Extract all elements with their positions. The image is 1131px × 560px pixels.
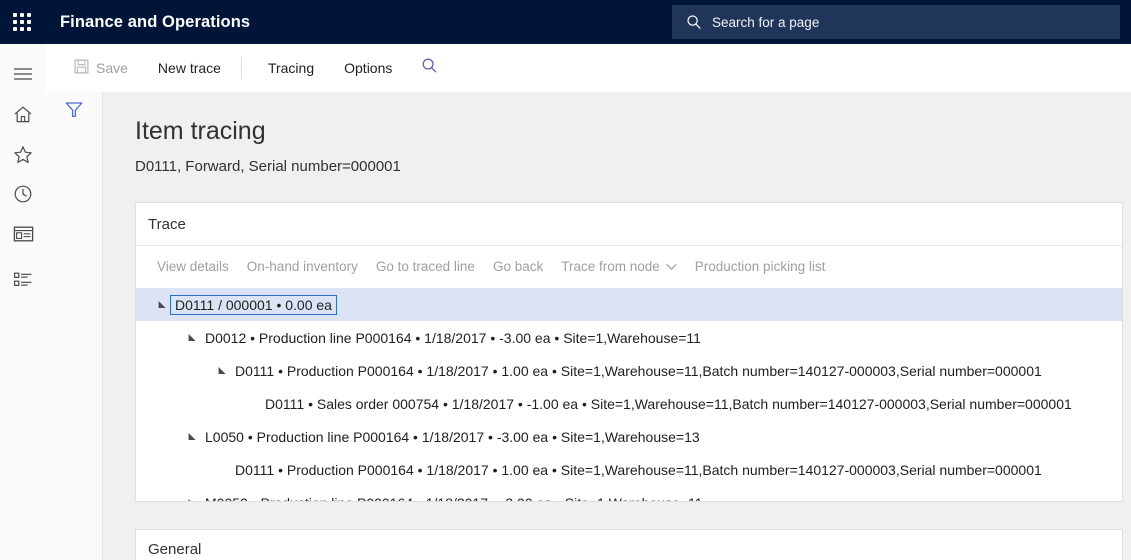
command-bar-search-button[interactable] [412, 52, 446, 84]
app-title: Finance and Operations [60, 12, 251, 31]
tree-node-label: D0111 • Production P000164 • 1/18/2017 •… [235, 461, 1042, 478]
tree-row[interactable]: D0012 • Production line P000164 • 1/18/2… [136, 321, 1122, 354]
tree-row[interactable]: D0111 / 000001 • 0.00 ea [136, 288, 1122, 321]
tracing-menu-button[interactable]: Tracing [256, 52, 326, 84]
modules-list-icon [13, 271, 33, 289]
filter-pane-strip [46, 92, 103, 560]
trace-tree: D0111 / 000001 • 0.00 ea D0012 • Producti… [136, 288, 1122, 501]
sidebar-item-home[interactable] [0, 94, 46, 134]
on-hand-inventory-button[interactable]: On-hand inventory [238, 252, 367, 282]
production-picking-list-label: Production picking list [694, 259, 826, 274]
global-search-box[interactable]: Search for a page [672, 5, 1120, 39]
tree-node-label: D0012 • Production line P000164 • 1/18/2… [205, 329, 701, 346]
tree-node-label: M0052 • Production line P000164 • 1/18/2… [200, 493, 708, 502]
sidebar-item-workspaces[interactable] [0, 214, 46, 254]
tree-row[interactable]: M0052 • Production line P000164 • 1/18/2… [136, 486, 1122, 501]
workspace-icon [13, 225, 34, 243]
page-header: Item tracing D0111, Forward, Serial numb… [103, 92, 1131, 177]
save-button[interactable]: Save [62, 52, 140, 84]
options-menu-label: Options [344, 60, 393, 76]
tree-node-label: D0111 / 000001 • 0.00 ea [170, 294, 337, 315]
view-details-button[interactable]: View details [148, 252, 238, 282]
home-icon [13, 105, 33, 124]
filter-funnel-icon [64, 100, 84, 124]
tree-node-label: D0111 • Sales order 000754 • 1/18/2017 •… [265, 395, 1072, 412]
go-back-button[interactable]: Go back [484, 252, 552, 282]
tracing-menu-label: Tracing [267, 60, 315, 76]
page-title: Item tracing [135, 117, 266, 145]
expand-collapse-triangle-icon[interactable] [184, 486, 200, 501]
general-section-header[interactable]: General [135, 529, 1123, 560]
waffle-grid-icon [13, 13, 31, 31]
expand-collapse-triangle-icon[interactable] [184, 321, 200, 354]
production-picking-list-button[interactable]: Production picking list [686, 252, 835, 282]
filter-button[interactable] [46, 92, 102, 132]
sidebar-item-favorites[interactable] [0, 134, 46, 174]
trace-card: Trace View details On-hand inventory Go … [135, 202, 1123, 502]
expand-collapse-triangle-icon[interactable] [214, 354, 230, 387]
page-content-area: Item tracing D0111, Forward, Serial numb… [103, 92, 1131, 560]
tree-row[interactable]: D0111 • Production P000164 • 1/18/2017 •… [136, 453, 1122, 486]
on-hand-inventory-label: On-hand inventory [246, 259, 358, 274]
hamburger-menu-icon [13, 67, 33, 81]
options-menu-button[interactable]: Options [332, 52, 404, 84]
app-launcher-button[interactable] [0, 0, 44, 44]
trace-card-header: Trace [136, 203, 1122, 246]
expand-collapse-triangle-icon[interactable] [154, 288, 170, 321]
go-to-traced-line-label: Go to traced line [375, 259, 475, 274]
trace-action-bar: View details On-hand inventory Go to tra… [136, 246, 1122, 288]
save-disk-icon [74, 59, 89, 77]
sidebar-item-modules[interactable] [0, 260, 46, 300]
sidebar-item-recent[interactable] [0, 174, 46, 214]
trace-from-node-button[interactable]: Trace from node [552, 252, 686, 282]
new-trace-button[interactable]: New trace [146, 52, 233, 84]
tree-node-label: L0050 • Production line P000164 • 1/18/2… [205, 428, 700, 445]
new-trace-button-label: New trace [157, 60, 221, 76]
application-window: Finance and Operations Search for a page [0, 0, 1131, 560]
top-navigation-bar: Finance and Operations Search for a page [0, 0, 1131, 44]
save-button-label: Save [96, 60, 128, 76]
chevron-down-icon [666, 263, 677, 271]
command-bar-separator [240, 57, 242, 79]
clock-icon [13, 184, 33, 204]
tree-node-label: D0111 • Production P000164 • 1/18/2017 •… [235, 362, 1042, 379]
search-icon [421, 57, 438, 79]
go-to-traced-line-button[interactable]: Go to traced line [367, 252, 484, 282]
search-icon [686, 14, 702, 30]
sidebar-item-menu[interactable] [0, 54, 46, 94]
command-bar: Save New trace Tracing Options [46, 44, 1131, 93]
view-details-label: View details [157, 259, 229, 274]
trace-from-node-label: Trace from node [561, 259, 660, 274]
global-search-placeholder: Search for a page [712, 14, 820, 30]
star-icon [13, 145, 33, 164]
expand-collapse-triangle-icon[interactable] [184, 420, 200, 453]
left-navigation-rail [0, 44, 47, 560]
page-subtitle: D0111, Forward, Serial number=000001 [135, 158, 401, 175]
tree-row[interactable]: L0050 • Production line P000164 • 1/18/2… [136, 420, 1122, 453]
tree-row[interactable]: D0111 • Production P000164 • 1/18/2017 •… [136, 354, 1122, 387]
general-section-label: General [148, 540, 202, 558]
tree-row[interactable]: D0111 • Sales order 000754 • 1/18/2017 •… [136, 387, 1122, 420]
go-back-label: Go back [492, 259, 544, 274]
